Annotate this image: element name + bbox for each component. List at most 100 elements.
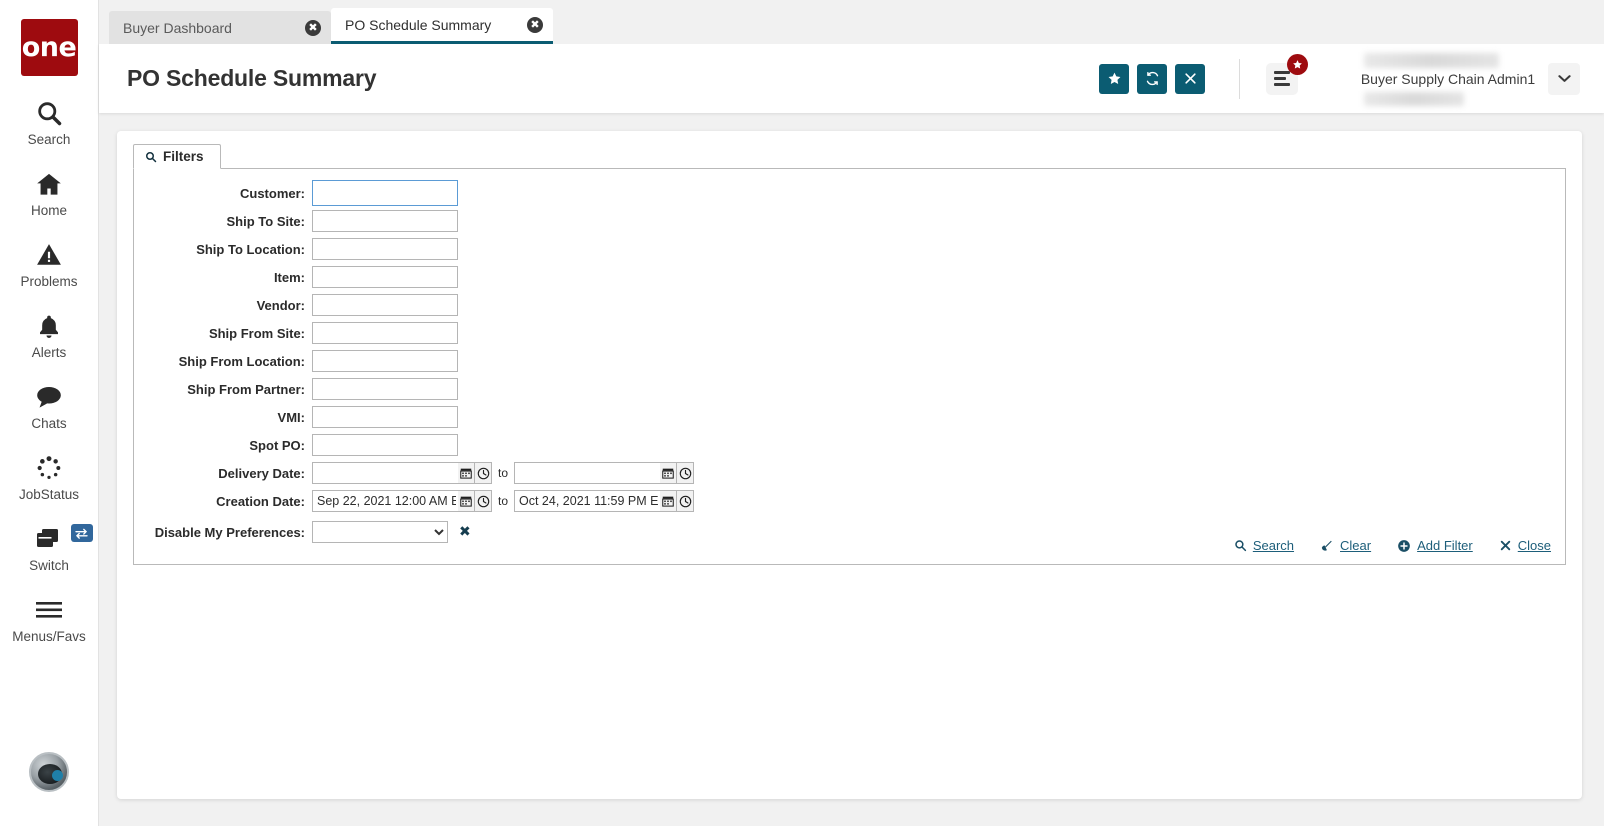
sidebar-item-alerts[interactable]: Alerts [0,311,99,360]
ship-to-site-input[interactable] [312,210,458,232]
item-input[interactable] [312,266,458,288]
close-link[interactable]: Close [1499,538,1551,553]
filter-label: Ship From Site: [208,325,305,341]
ship-from-site-input[interactable] [312,322,458,344]
tab-buyer-dashboard[interactable]: Buyer Dashboard ✖ [109,11,331,44]
ship-to-location-input[interactable] [312,238,458,260]
tab-po-schedule-summary[interactable]: PO Schedule Summary ✖ [331,8,553,44]
vmi-input[interactable] [312,406,458,428]
search-link-label: Search [1252,538,1295,553]
disable-my-preferences-select[interactable] [312,521,448,543]
bell-icon [36,311,62,341]
header-divider [1239,58,1240,99]
plus-circle-icon [1397,539,1411,553]
clock-icon[interactable] [677,490,695,512]
vendor-input[interactable] [312,294,458,316]
sidebar-item-label: Search [27,132,71,147]
refresh-icon [1145,71,1160,86]
search-link[interactable]: Search [1234,538,1294,553]
clock-icon[interactable] [475,490,492,512]
sidebar-item-problems[interactable]: Problems [0,240,99,289]
menu-favorites-button[interactable] [1266,53,1308,95]
tab-filters[interactable]: Filters [133,144,221,169]
spinner-icon [35,453,63,483]
filter-label: Disable My Preferences: [154,524,305,540]
user-name: Buyer Supply Chain Admin1 [1360,70,1536,87]
left-sidebar: one Search Home Problems Alerts Chats Jo… [0,0,99,826]
clock-icon[interactable] [475,462,492,484]
spot-po-input[interactable] [312,434,458,456]
date-range-separator: to [498,494,509,508]
refresh-button[interactable] [1137,63,1167,94]
header-actions: Buyer Supply Chain Admin1 [1091,51,1580,107]
sidebar-item-home[interactable]: Home [0,169,99,218]
filter-label: Creation Date: [216,493,305,509]
tab-label: Buyer Dashboard [123,19,232,36]
filter-row-ship-from-partner: Ship From Partner: [134,375,1565,403]
close-button[interactable] [1175,63,1205,94]
user-menu[interactable]: Buyer Supply Chain Admin1 [1358,51,1538,107]
add-filter-link[interactable]: Add Filter [1397,538,1473,553]
calendar-icon[interactable] [660,462,678,484]
close-circle-icon[interactable]: ✖ [527,16,543,33]
avatar[interactable] [29,752,69,792]
sidebar-item-switch[interactable]: Switch [0,524,99,573]
content-area: Filters Customer: Ship To Site: Ship To … [99,113,1604,826]
windows-stack-icon [34,524,64,554]
filter-label: Ship From Location: [178,353,305,369]
sidebar-item-label: Problems [20,274,78,289]
creation-date-to-input[interactable] [514,490,661,512]
chevron-down-icon [1557,74,1571,83]
star-badge-icon [1287,53,1308,75]
filter-row-customer: Customer: [134,179,1565,207]
clear-link[interactable]: Clear [1320,538,1371,553]
filter-label: Customer: [239,185,305,201]
sidebar-item-label: Menus/Favs [12,629,86,644]
creation-date-from-input[interactable] [312,490,458,512]
redacted-bar-bottom [1364,91,1464,106]
filter-actions: Search Clear Add Filter Close [1208,538,1551,553]
calendar-icon[interactable] [660,490,678,512]
brand-logo[interactable]: one [20,19,78,76]
user-dropdown-toggle[interactable] [1548,62,1580,95]
filters-card: Filters Customer: Ship To Site: Ship To … [117,131,1582,799]
clock-icon[interactable] [677,462,695,484]
warning-triangle-icon [35,240,63,270]
filter-label: Ship To Site: [226,213,305,229]
sidebar-item-label: Chats [31,416,67,431]
sidebar-item-label: Switch [29,558,69,573]
clear-link-label: Clear [1340,538,1372,553]
filter-label: Delivery Date: [218,465,305,481]
delivery-date-to-input[interactable] [514,462,661,484]
ship-from-partner-input[interactable] [312,378,458,400]
filter-label: Spot PO: [249,437,305,453]
brand-logo-text: one [21,32,77,63]
hamburger-icon [34,595,64,625]
sidebar-item-search[interactable]: Search [0,98,99,147]
calendar-icon[interactable] [458,462,475,484]
tab-filters-label: Filters [163,149,204,164]
x-icon[interactable]: ✖ [459,524,471,540]
filter-label: Ship To Location: [196,241,305,257]
filters-body: Customer: Ship To Site: Ship To Location… [133,169,1566,565]
delivery-date-from-input[interactable] [312,462,458,484]
sidebar-item-menus-favs[interactable]: Menus/Favs [0,595,99,644]
sidebar-item-label: Alerts [31,345,67,360]
filter-label: VMI: [277,409,305,425]
sidebar-item-chats[interactable]: Chats [0,382,99,431]
search-icon [1234,539,1247,552]
page-title: PO Schedule Summary [127,65,377,91]
filter-row-vmi: VMI: [134,403,1565,431]
eraser-icon [1320,539,1334,552]
customer-input[interactable] [312,180,458,206]
hamburger-icon [1274,68,1290,89]
filter-row-vendor: Vendor: [134,291,1565,319]
close-circle-icon[interactable]: ✖ [305,19,321,36]
app-root: one Search Home Problems Alerts Chats Jo… [0,0,1604,826]
swap-arrows-icon[interactable] [70,524,93,542]
calendar-icon[interactable] [458,490,475,512]
favorite-button[interactable] [1099,63,1129,94]
ship-from-location-input[interactable] [312,350,458,372]
filter-row-ship-to-location: Ship To Location: [134,235,1565,263]
sidebar-item-jobstatus[interactable]: JobStatus [0,453,99,502]
